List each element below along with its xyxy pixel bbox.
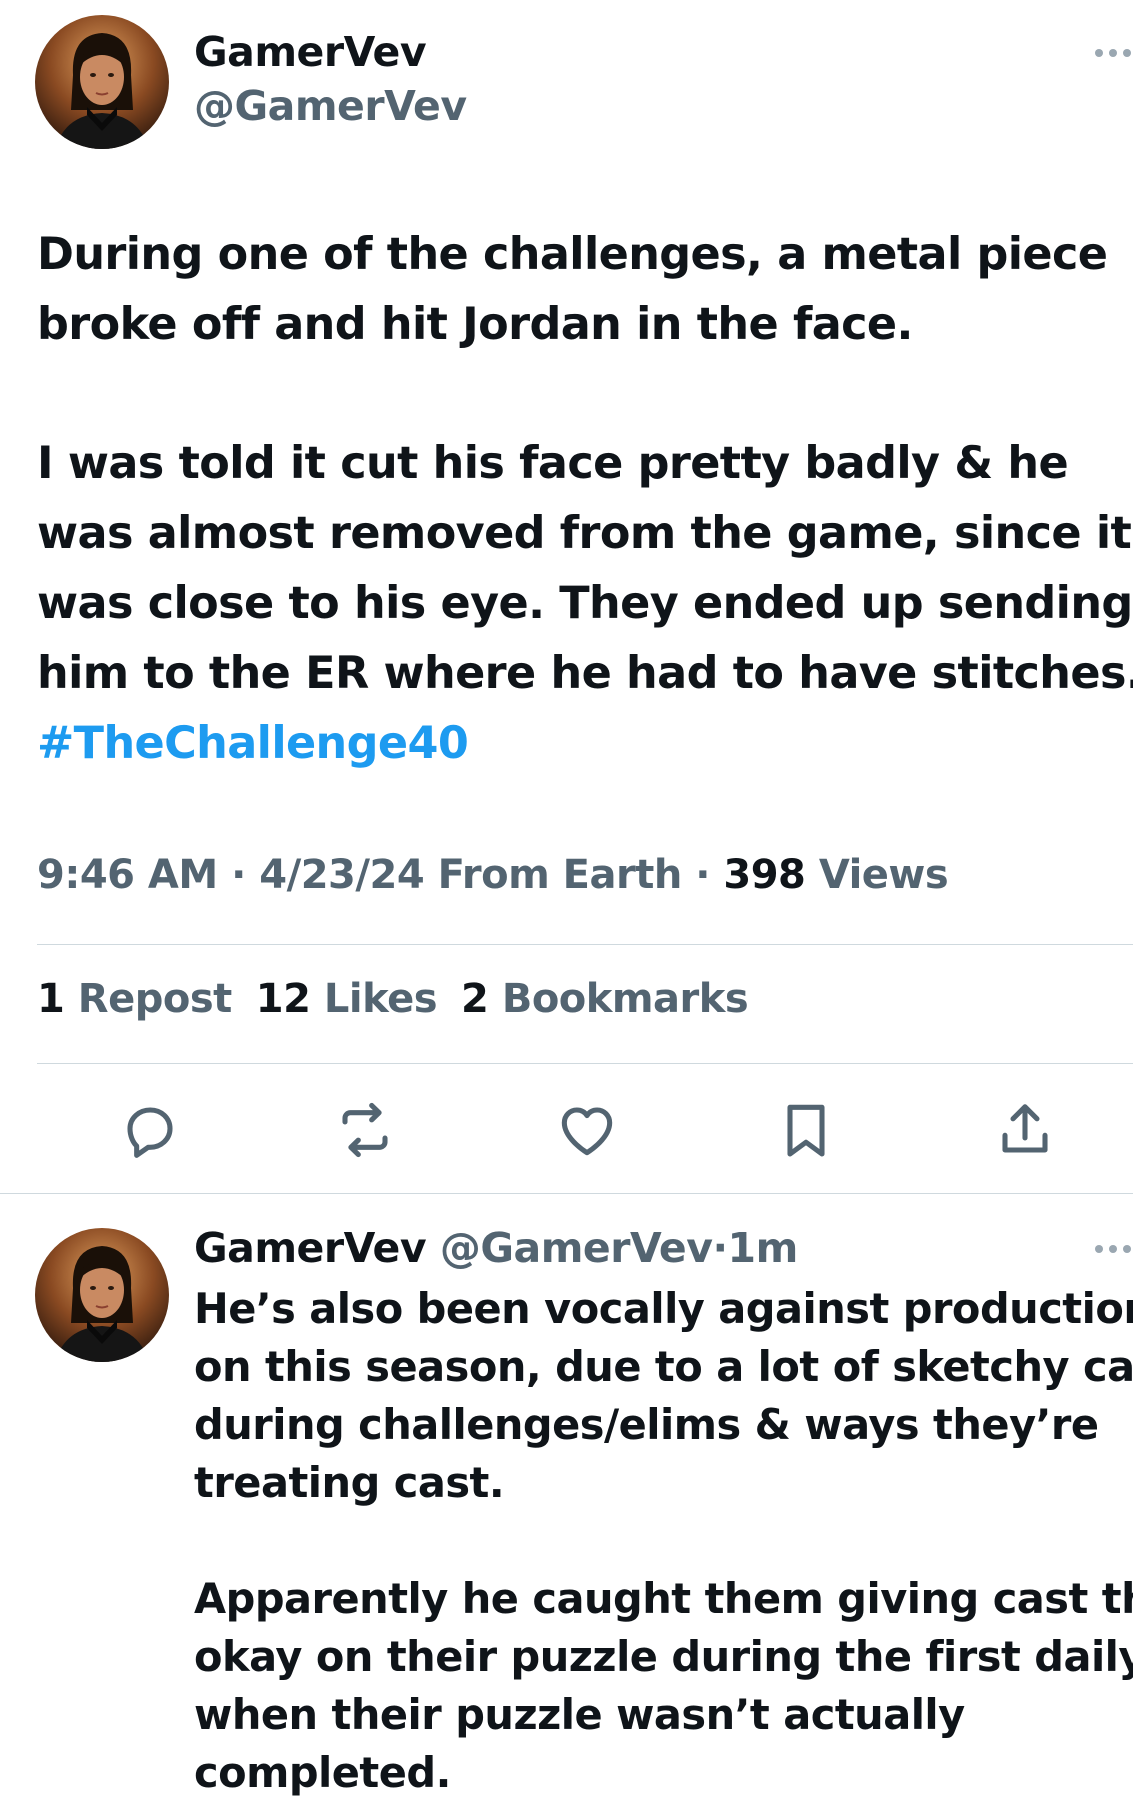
avatar[interactable] bbox=[35, 15, 169, 149]
tweet-text-line: was almost removed from the game, since … bbox=[37, 508, 1132, 559]
likes-stat[interactable]: 12 Likes bbox=[255, 976, 438, 1022]
bookmark-icon bbox=[787, 1104, 825, 1157]
reply-text-line: treating cast. bbox=[194, 1458, 505, 1507]
like-button[interactable] bbox=[555, 1098, 619, 1162]
tweet-text-line: was close to his eye. They ended up send… bbox=[37, 578, 1133, 629]
bookmark-button[interactable] bbox=[774, 1098, 838, 1162]
reply-text-line: during challenges/elims & ways they’re bbox=[194, 1400, 1099, 1449]
divider bbox=[37, 944, 1133, 945]
bookmarks-count: 2 bbox=[461, 976, 489, 1022]
views-label: Views bbox=[818, 852, 949, 898]
reply-author-name[interactable]: GamerVev bbox=[194, 1224, 427, 1272]
avatar-image bbox=[35, 15, 169, 149]
separator-dot: · bbox=[231, 852, 246, 898]
views-count: 398 bbox=[723, 852, 806, 898]
main-tweet: GamerVev @GamerVev During one of the cha… bbox=[0, 0, 1133, 1196]
reply-text-paragraph-2: Apparently he caught them giving cast th… bbox=[194, 1570, 1133, 1802]
reply-text-line: Apparently he caught them giving cast th… bbox=[194, 1574, 1133, 1623]
repost-button[interactable] bbox=[333, 1098, 397, 1162]
reply-icon bbox=[127, 1107, 173, 1158]
reposts-stat[interactable]: 1 Repost bbox=[37, 976, 232, 1022]
tweet-text-line: I was told it cut his face pretty badly … bbox=[37, 438, 1069, 489]
tweet-text-line: him to the ER where he had to have stitc… bbox=[37, 648, 1133, 699]
repost-icon bbox=[342, 1102, 388, 1158]
divider bbox=[37, 1063, 1133, 1064]
likes-label: Likes bbox=[323, 976, 438, 1022]
engagement-stats: 1 Repost 12 Likes 2 Bookmarks bbox=[37, 976, 749, 1022]
tweet-location: From Earth bbox=[437, 852, 683, 898]
reposts-count: 1 bbox=[37, 976, 65, 1022]
tweet-text-paragraph-1: During one of the challenges, a metal pi… bbox=[37, 220, 1117, 360]
reposts-label: Repost bbox=[77, 976, 232, 1022]
reply-timestamp[interactable]: 1m bbox=[728, 1224, 799, 1272]
reply-author-handle[interactable]: @GamerVev bbox=[440, 1224, 713, 1272]
avatar-image bbox=[35, 1228, 169, 1362]
reply-more-options-icon[interactable] bbox=[1091, 1239, 1133, 1259]
reply-text-paragraph-1: He’s also been vocally against productio… bbox=[194, 1280, 1133, 1512]
hashtag-link[interactable]: #TheChallenge40 bbox=[37, 709, 1117, 779]
tweet-date[interactable]: 4/23/24 bbox=[259, 852, 424, 898]
share-button[interactable] bbox=[993, 1098, 1057, 1162]
share-icon bbox=[1002, 1104, 1048, 1153]
separator-dot: · bbox=[712, 1224, 728, 1272]
more-options-icon[interactable] bbox=[1091, 43, 1133, 63]
bookmarks-label: Bookmarks bbox=[501, 976, 749, 1022]
bookmarks-stat[interactable]: 2 Bookmarks bbox=[461, 976, 749, 1022]
reply-text-line: when their puzzle wasn’t actually bbox=[194, 1690, 965, 1739]
reply-avatar[interactable] bbox=[35, 1228, 169, 1362]
reply-text-line: completed. bbox=[194, 1748, 451, 1797]
divider bbox=[0, 1193, 1133, 1194]
likes-count: 12 bbox=[255, 976, 311, 1022]
reply-header: GamerVev @GamerVev·1m bbox=[194, 1224, 798, 1272]
reply-text-line: He’s also been vocally against productio… bbox=[194, 1284, 1133, 1333]
author-handle[interactable]: @GamerVev bbox=[194, 82, 467, 130]
tweet-metadata: 9:46 AM · 4/23/24 From Earth · 398 Views bbox=[37, 852, 949, 898]
reply-text-line: okay on their puzzle during the first da… bbox=[194, 1632, 1133, 1681]
like-icon bbox=[561, 1107, 613, 1156]
author-name[interactable]: GamerVev bbox=[194, 28, 427, 76]
tweet-text-line: broke off and hit Jordan in the face. bbox=[37, 299, 913, 350]
reply-text-line: on this season, due to a lot of sketchy … bbox=[194, 1342, 1133, 1391]
tweet-text-line: During one of the challenges, a metal pi… bbox=[37, 229, 1108, 280]
tweet-text-paragraph-2: I was told it cut his face pretty badly … bbox=[37, 429, 1133, 779]
tweet-time[interactable]: 9:46 AM bbox=[37, 852, 218, 898]
reply-button[interactable] bbox=[118, 1098, 182, 1162]
separator-dot: · bbox=[695, 852, 710, 898]
